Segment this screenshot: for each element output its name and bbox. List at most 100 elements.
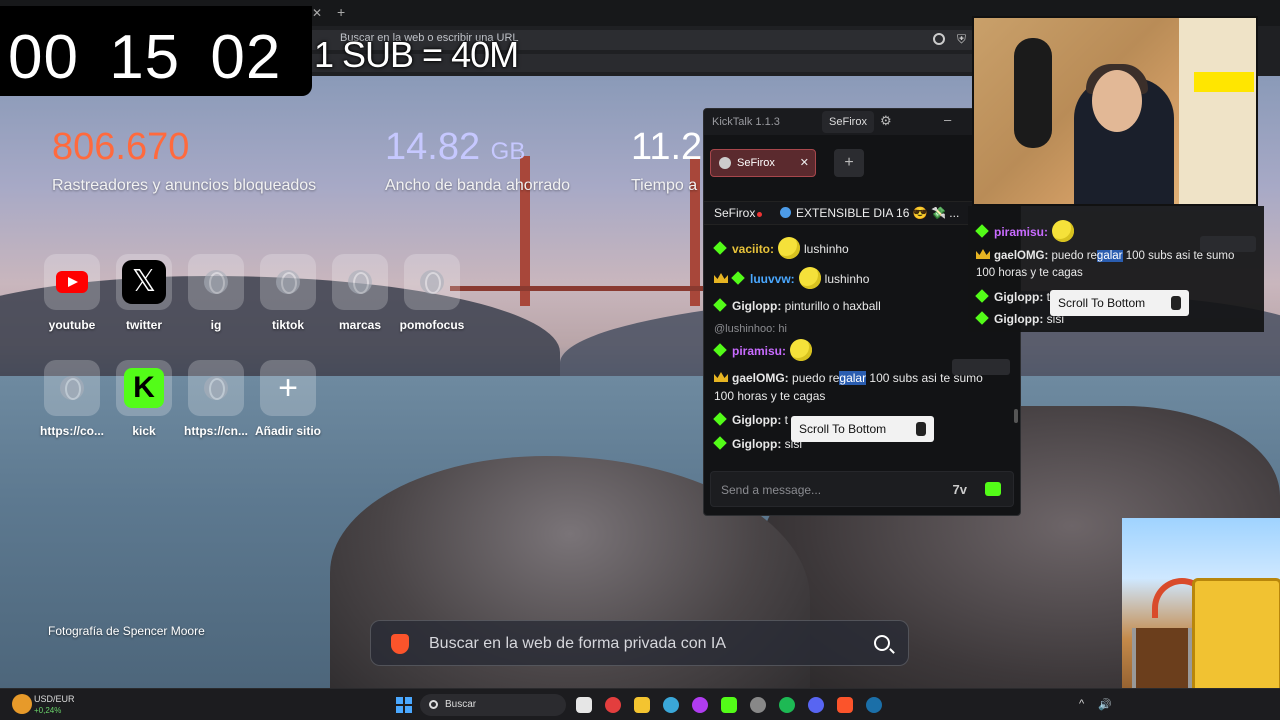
emote-icon: [1052, 220, 1075, 242]
currency-label[interactable]: USD/EUR: [34, 694, 75, 704]
top-site-cn[interactable]: https://cn...: [180, 360, 252, 438]
chevron-up-icon[interactable]: ^: [1079, 698, 1084, 710]
stat-value: 14.82 GB: [385, 126, 526, 168]
taskbar: USD/EUR +0,24% Buscar ^ 🔊: [0, 688, 1280, 720]
gear-icon[interactable]: ⚙: [880, 113, 892, 129]
user-button[interactable]: SeFirox: [822, 111, 874, 133]
search-icon[interactable]: [874, 635, 890, 651]
add-site-button[interactable]: + Añadir sitio: [252, 360, 324, 438]
chat-message[interactable]: piramisu:: [713, 339, 816, 361]
chat-message[interactable]: vaciito: lushinho: [713, 237, 849, 259]
brave-icon[interactable]: [837, 697, 853, 713]
overlay-chat: piramisu: gaelOMG: puedo regalar 100 sub…: [968, 206, 1264, 332]
live-indicator-icon: [757, 212, 762, 217]
x-icon: 𝕏: [122, 260, 166, 304]
ai-search-box[interactable]: Buscar en la web de forma privada con IA: [370, 620, 909, 666]
tab-close-icon[interactable]: ✕: [312, 6, 322, 20]
globe-icon: [420, 270, 444, 294]
chat-message: piramisu:: [975, 220, 1078, 242]
badge-icon: [713, 298, 727, 312]
microphone: [1014, 38, 1052, 148]
zoom-icon[interactable]: [933, 33, 945, 45]
globe-icon: [204, 376, 228, 400]
top-site-tiktok[interactable]: tiktok: [252, 254, 324, 332]
stat-value: 806.670: [52, 126, 190, 168]
crown-icon: [714, 273, 728, 283]
crown-icon: [714, 372, 728, 382]
reply-reference[interactable]: @lushinhoo: hi: [714, 323, 787, 335]
widgets-icon[interactable]: [12, 694, 32, 714]
top-site-twitter[interactable]: 𝕏 twitter: [108, 254, 180, 332]
start-icon[interactable]: [396, 697, 412, 713]
plus-icon: +: [278, 368, 298, 407]
search-icon: [429, 700, 438, 709]
kick-icon: K: [124, 368, 164, 408]
brave-icon: [391, 634, 409, 654]
stat-trackers-blocked: 806.670 Rastreadores y anuncios bloquead…: [52, 126, 316, 195]
badge-icon: [713, 412, 727, 426]
steam-icon[interactable]: [866, 697, 882, 713]
message-input[interactable]: Send a message... 7v: [710, 471, 1014, 507]
send-icon[interactable]: [985, 482, 1001, 496]
stream-timer: 00 15 02: [0, 6, 312, 96]
chat-message[interactable]: gaelOMG: puedo regalar 100 subs asi te s…: [714, 369, 983, 405]
avatar: [719, 157, 731, 169]
chat-message[interactable]: Giglopp: t: [713, 412, 788, 427]
arrows-icon: [916, 422, 926, 436]
tab-label: SeFirox: [737, 157, 775, 169]
bridge-deck: [450, 286, 730, 291]
badge-icon: [731, 271, 745, 285]
badge-icon: [713, 343, 727, 357]
top-site-kick[interactable]: K kick: [108, 360, 180, 438]
message-placeholder: Send a message...: [721, 483, 822, 497]
scroll-to-bottom-button: Scroll To Bottom: [1050, 290, 1189, 316]
emote-picker-icon[interactable]: 7v: [953, 482, 967, 497]
sub-goal-text: 1 SUB = 40M: [314, 34, 519, 75]
discord-icon[interactable]: [808, 697, 824, 713]
close-icon[interactable]: ✕: [800, 156, 809, 169]
top-site-marcas[interactable]: marcas: [324, 254, 396, 332]
emote-icon: [790, 339, 813, 361]
streamer-face: [1092, 70, 1142, 132]
app-icon[interactable]: [663, 697, 679, 713]
badge-icon: [713, 436, 727, 450]
chat-message[interactable]: Giglopp: pinturillo o haxball: [713, 298, 881, 313]
chat-message[interactable]: luuvvw: lushinho: [714, 267, 869, 289]
photo-credit[interactable]: Fotografía de Spencer Moore: [48, 624, 205, 638]
app-icon[interactable]: [576, 697, 592, 713]
globe-icon: [348, 270, 372, 294]
kick-icon[interactable]: [721, 697, 737, 713]
globe-icon: [204, 270, 228, 294]
app-icon[interactable]: [750, 697, 766, 713]
app-icon[interactable]: [605, 697, 621, 713]
emote-icon: [798, 267, 821, 289]
chat-message[interactable]: Giglopp: sisi: [713, 436, 802, 451]
speaker-icon[interactable]: 🔊: [1098, 698, 1112, 711]
new-tab-icon[interactable]: +: [337, 4, 345, 20]
crown-icon: [976, 249, 990, 259]
channel-name: SeFirox: [714, 206, 756, 220]
globe-icon: [276, 270, 300, 294]
top-site-ig[interactable]: ig: [180, 254, 252, 332]
taskbar-search-label: Buscar: [445, 699, 477, 710]
app-icon[interactable]: [692, 697, 708, 713]
scrollbar[interactable]: [1014, 409, 1018, 423]
app-name: KickTalk 1.1.3: [712, 116, 780, 128]
tab-sefirox[interactable]: SeFirox ✕: [710, 149, 816, 177]
message-actions[interactable]: [952, 359, 1010, 375]
taskbar-search[interactable]: Buscar: [420, 694, 566, 716]
folder-icon[interactable]: [634, 697, 650, 713]
stream-title: EXTENSIBLE DIA 16 😎 💸 ...: [796, 206, 960, 220]
add-tab-button[interactable]: +: [834, 149, 864, 177]
badge-icon: [713, 241, 727, 255]
scroll-to-bottom-button[interactable]: Scroll To Bottom: [791, 416, 934, 442]
spotify-icon[interactable]: [779, 697, 795, 713]
youtube-icon: [56, 271, 88, 293]
minimize-icon[interactable]: –: [944, 112, 951, 127]
top-site-pomofocus[interactable]: pomofocus: [396, 254, 468, 332]
top-site-youtube[interactable]: youtube: [36, 254, 108, 332]
badge-icon: [975, 224, 989, 238]
emote-icon: [778, 237, 801, 259]
brave-shield-icon[interactable]: ⛨: [957, 32, 966, 47]
top-site-co[interactable]: https://co...: [36, 360, 108, 438]
